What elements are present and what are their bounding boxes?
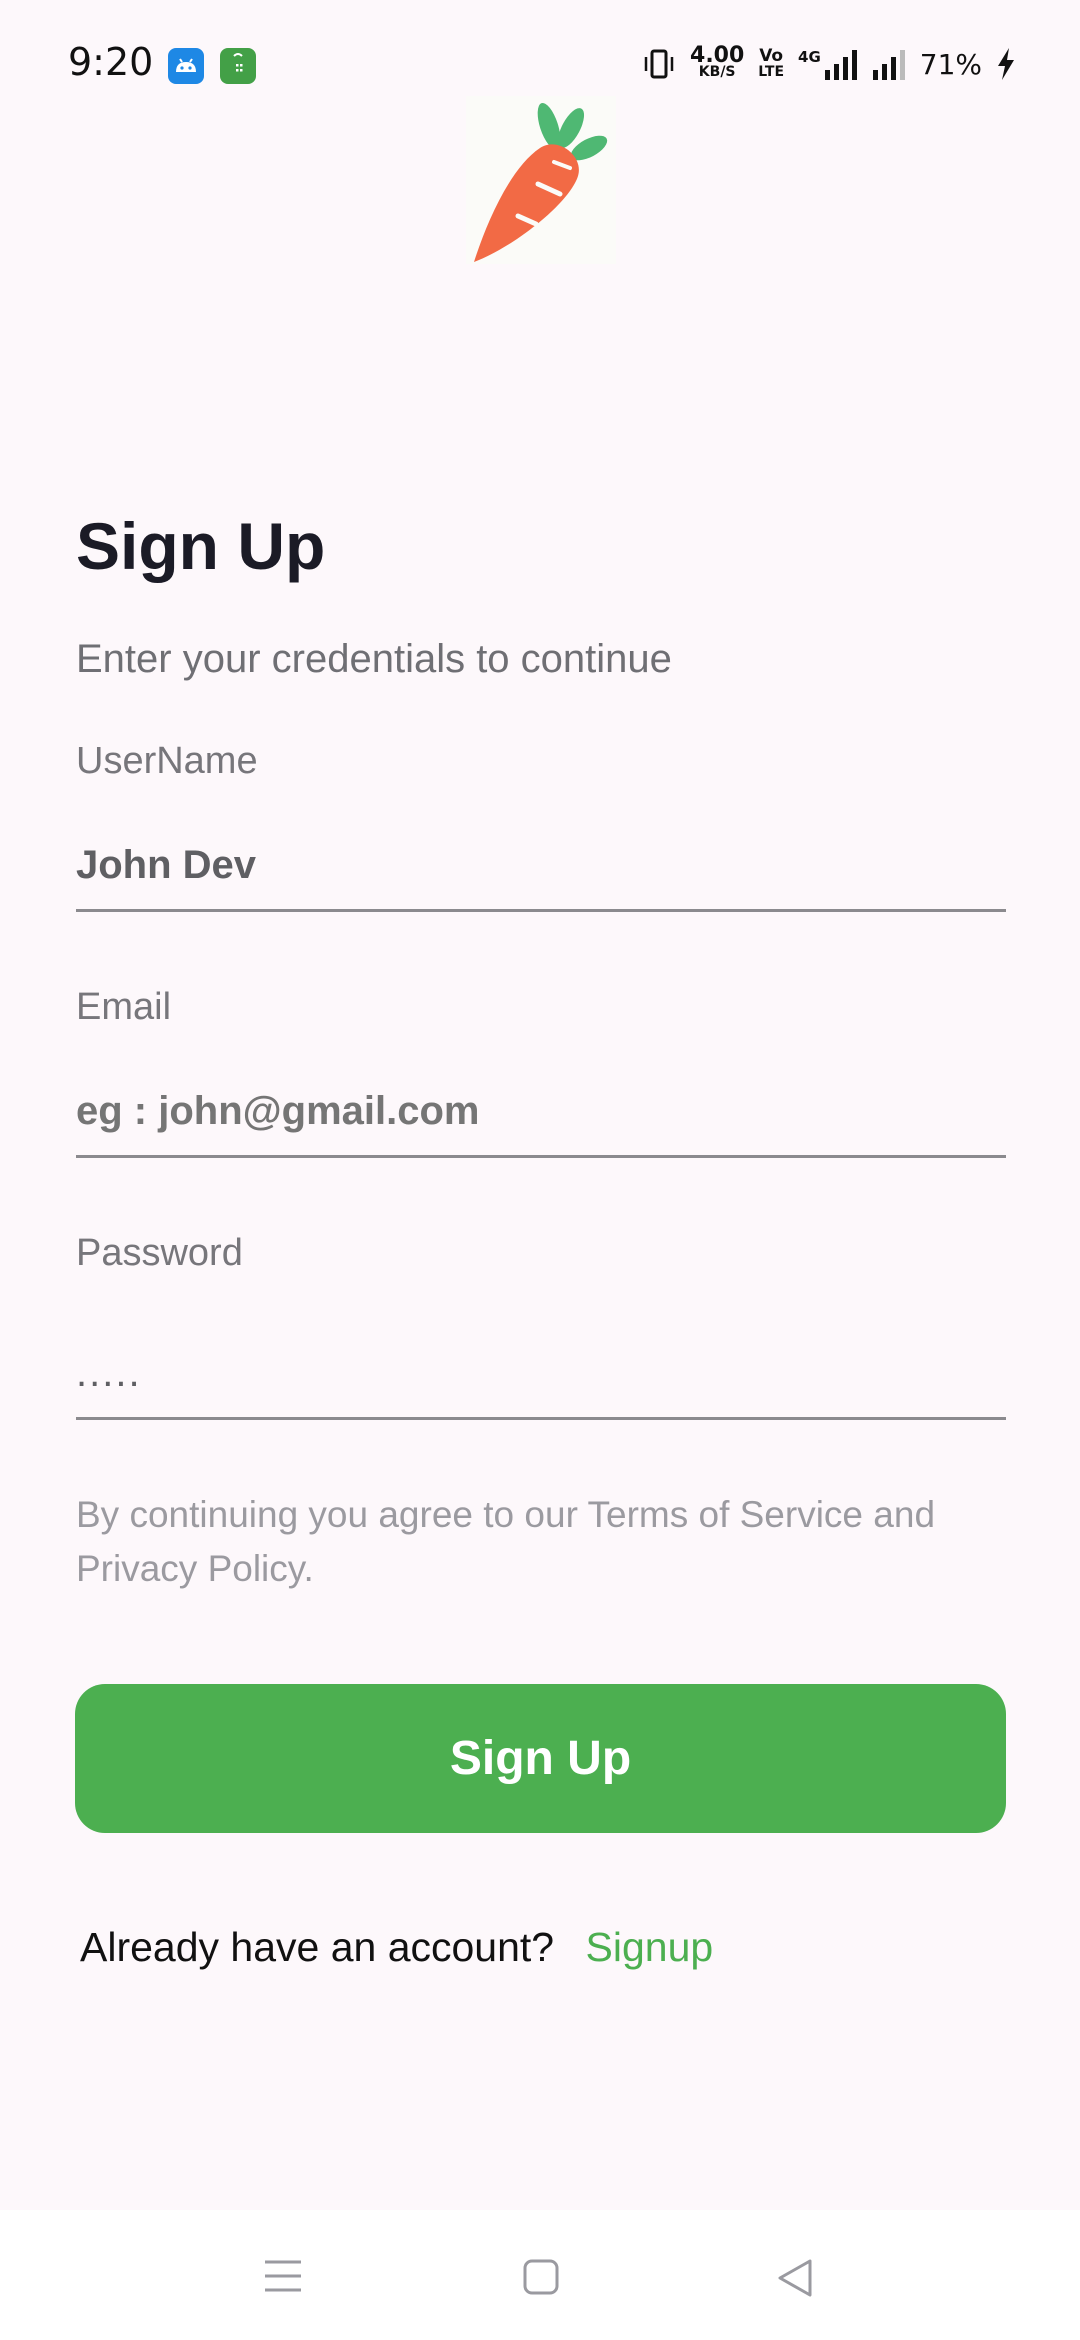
signal-4g: 4G bbox=[798, 48, 858, 80]
navigation-bar bbox=[0, 2210, 1080, 2340]
android-app-icon bbox=[168, 48, 204, 84]
shopping-bag-icon bbox=[220, 48, 256, 84]
page-subtitle: Enter your credentials to continue bbox=[76, 637, 672, 681]
username-label: UserName bbox=[76, 740, 258, 782]
network-speed: 4.00 KB/S bbox=[690, 43, 745, 81]
volte-bottom: LTE bbox=[758, 64, 785, 80]
carrot-icon bbox=[474, 103, 608, 262]
charging-icon bbox=[998, 48, 1014, 80]
app-logo bbox=[466, 96, 616, 264]
account-prompt: Already have an account? bbox=[80, 1924, 555, 1970]
back-icon[interactable] bbox=[776, 2258, 814, 2298]
home-icon[interactable] bbox=[522, 2258, 560, 2296]
page-title: Sign Up bbox=[76, 509, 326, 583]
account-row: Already have an account? Signup bbox=[80, 1924, 713, 1971]
signal-strength-icon bbox=[824, 50, 857, 80]
terms-text: By continuing you agree to our Terms of … bbox=[76, 1494, 936, 1589]
vibrate-icon bbox=[644, 49, 674, 79]
menu-icon[interactable] bbox=[263, 2258, 303, 2294]
email-input[interactable] bbox=[76, 1068, 1006, 1158]
status-indicators: 4.00 KB/S Vo LTE 4G 71% bbox=[642, 44, 1016, 84]
volte-top: Vo bbox=[759, 46, 784, 66]
network-type: 4G bbox=[798, 48, 821, 66]
status-time: 9:20 bbox=[68, 40, 154, 84]
password-label: Password bbox=[76, 1232, 243, 1274]
sign-up-button[interactable]: Sign Up bbox=[75, 1684, 1006, 1833]
signal-strength-icon-2 bbox=[872, 50, 905, 80]
username-input[interactable] bbox=[76, 822, 1006, 912]
signup-link[interactable]: Signup bbox=[586, 1924, 714, 1970]
volte-indicator: Vo LTE bbox=[758, 46, 785, 81]
password-input[interactable] bbox=[76, 1330, 1006, 1420]
battery-percent: 71% bbox=[919, 47, 982, 81]
email-label: Email bbox=[76, 986, 172, 1028]
network-speed-value: 4.00 bbox=[690, 43, 745, 68]
